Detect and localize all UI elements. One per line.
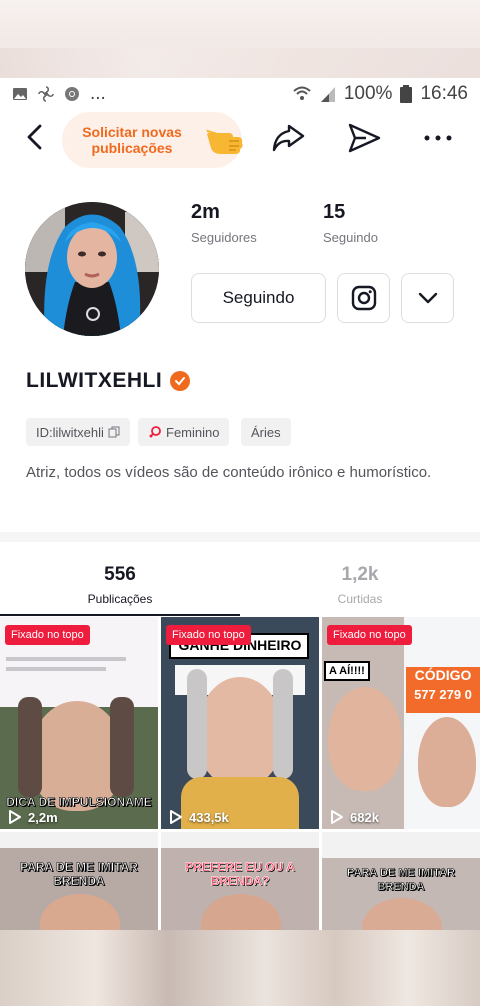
pinned-badge: Fixado no topo [327, 625, 412, 645]
status-dots: ... [90, 83, 106, 104]
profile-top-nav: Solicitar novas publicações [0, 110, 480, 168]
video-overlay-text: PREFERE EU OU A BRENDA? [185, 860, 295, 889]
pinned-badge: Fixado no topo [166, 625, 251, 645]
tab-posts[interactable]: 556 Publicações [0, 542, 240, 606]
likes-label: Curtidas [337, 592, 383, 606]
followers-label: Seguidores [191, 230, 257, 245]
promo-code-title: CÓDIGO [414, 667, 472, 683]
video-tile[interactable]: DICA DE IMPULSIONAME Fixado no topo 2,2m [0, 617, 158, 829]
profile-tabs: 556 Publicações 1,2k Curtidas [0, 542, 480, 616]
following-stat[interactable]: 15 Seguindo [323, 201, 378, 245]
image-icon [13, 88, 27, 100]
chrome-icon [65, 87, 79, 101]
view-count: 433,5k [169, 809, 229, 825]
video-tile[interactable]: PREFERE EU OU A BRENDA? [161, 832, 319, 930]
blurred-bottom-area [0, 930, 480, 1006]
instagram-button[interactable] [337, 273, 390, 323]
following-label: Seguindo [323, 230, 378, 245]
likes-count: 1,2k [341, 564, 379, 585]
video-tile[interactable]: CÓDIGO 577 279 0 A AÍ!!!! Fixado no topo… [322, 617, 480, 829]
verified-icon [170, 371, 191, 391]
view-count: 682k [330, 809, 379, 825]
play-icon [170, 810, 182, 824]
avatar-portrait [25, 202, 159, 336]
followers-stat[interactable]: 2m Seguidores [191, 201, 257, 245]
send-icon[interactable] [346, 120, 382, 156]
copy-icon [108, 426, 120, 438]
video-overlay-text: PARA DE ME IMITAR BRENDA [347, 867, 456, 894]
suggestions-dropdown-button[interactable] [401, 273, 454, 323]
speech-bubble: A AÍ!!!! [324, 661, 370, 681]
request-label-line2: publicações [91, 140, 173, 156]
zodiac-chip: Áries [241, 418, 291, 446]
instagram-icon [351, 285, 376, 311]
video-tile[interactable]: GANHE DINHEIRO Fixado no topo 433,5k [161, 617, 319, 829]
video-tile[interactable]: PARA DE ME IMITAR BRENDA [0, 832, 158, 930]
avatar[interactable] [25, 202, 159, 336]
zodiac-chip-label: Áries [251, 424, 281, 440]
following-count: 15 [323, 201, 346, 223]
blurred-top-area [0, 0, 480, 78]
id-chip-label: ID:lilwitxehli [36, 424, 104, 440]
view-count: 2,2m [8, 809, 58, 825]
play-icon [9, 810, 21, 824]
battery-icon [400, 85, 413, 103]
active-tab-indicator [0, 614, 240, 616]
fan-icon [38, 86, 54, 102]
gender-chip-label: Feminino [166, 424, 220, 440]
username-row: LILWITXEHLI [26, 369, 191, 393]
video-overlay-text: PARA DE ME IMITAR BRENDA [20, 860, 138, 889]
username: LILWITXEHLI [26, 369, 163, 392]
play-icon [331, 810, 343, 824]
share-icon[interactable] [270, 120, 306, 156]
request-label-line1: Solicitar novas [82, 124, 182, 140]
video-overlay-text: DICA DE IMPULSIONAME [6, 795, 152, 810]
chevron-down-icon [418, 292, 437, 304]
followers-count: 2m [191, 201, 220, 223]
hand-pointing-icon [206, 129, 243, 154]
profile-bio: Atriz, todos os vídeos são de conteúdo i… [26, 464, 432, 481]
back-icon[interactable] [22, 122, 50, 152]
section-divider [0, 532, 480, 542]
promo-code-value: 577 279 0 [414, 687, 472, 702]
battery-percent: 100% [343, 83, 393, 104]
view-count-value: 2,2m [28, 809, 58, 825]
following-button[interactable]: Seguindo [191, 273, 326, 323]
following-button-label: Seguindo [222, 288, 295, 307]
posts-label: Publicações [87, 592, 153, 606]
tab-likes[interactable]: 1,2k Curtidas [240, 542, 480, 606]
wifi-icon [293, 86, 311, 100]
pinned-badge: Fixado no topo [5, 625, 90, 645]
more-icon[interactable] [420, 120, 456, 156]
status-bar: ... 100% 16:46 [0, 78, 480, 110]
view-count-value: 682k [350, 809, 379, 825]
gender-chip: Feminino [138, 418, 230, 446]
female-icon [149, 426, 161, 438]
id-chip[interactable]: ID:lilwitxehli [26, 418, 130, 446]
video-tile[interactable]: PARA DE ME IMITAR BRENDA [322, 832, 480, 930]
view-count-value: 433,5k [189, 809, 229, 825]
posts-count: 556 [104, 564, 136, 585]
clock: 16:46 [420, 83, 468, 104]
signal-icon [320, 87, 335, 102]
